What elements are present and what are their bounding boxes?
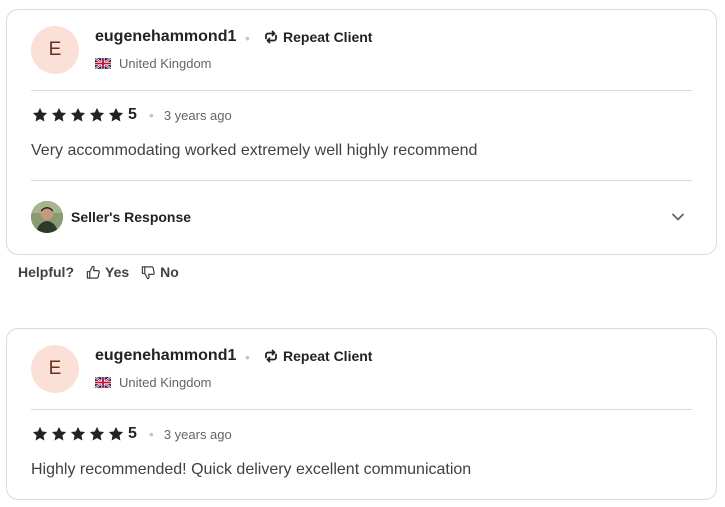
divider bbox=[31, 180, 692, 181]
uk-flag-icon bbox=[95, 58, 111, 69]
star-icon bbox=[50, 106, 68, 124]
reviewer-country: United Kingdom bbox=[95, 375, 212, 390]
rating-value: 5 bbox=[128, 425, 137, 442]
divider bbox=[31, 409, 692, 410]
review-card: E eugenehammond1 • Repeat Client United … bbox=[6, 328, 717, 500]
country-name: United Kingdom bbox=[119, 375, 212, 390]
helpful-no-button[interactable]: No bbox=[141, 264, 179, 280]
review-time: 3 years ago bbox=[163, 426, 232, 442]
helpful-row: Helpful? Yes No bbox=[18, 264, 179, 280]
repeat-client-label: Repeat Client bbox=[283, 29, 373, 45]
separator-dot: • bbox=[148, 107, 154, 123]
helpful-yes-button[interactable]: Yes bbox=[86, 264, 129, 280]
separator-dot: • bbox=[245, 349, 250, 365]
review-text: Highly recommended! Quick delivery excel… bbox=[31, 461, 472, 478]
reviewer-country: United Kingdom bbox=[95, 56, 212, 71]
star-icon bbox=[88, 106, 106, 124]
repeat-client-label: Repeat Client bbox=[283, 348, 373, 364]
separator-dot: • bbox=[148, 426, 154, 442]
review-time: 3 years ago bbox=[163, 107, 232, 123]
star-icon bbox=[69, 425, 87, 443]
review-card: E eugenehammond1 • Repeat Client United … bbox=[6, 9, 717, 255]
repeat-client-badge: Repeat Client bbox=[263, 348, 372, 364]
repeat-icon bbox=[263, 29, 279, 45]
reviewer-username[interactable]: eugenehammond1 bbox=[95, 347, 236, 365]
star-icon bbox=[31, 425, 49, 443]
helpful-yes-label: Yes bbox=[105, 264, 130, 280]
repeat-client-badge: Repeat Client bbox=[263, 29, 372, 45]
star-icon bbox=[107, 106, 125, 124]
star-icon bbox=[69, 106, 87, 124]
rating-row: 5 • 3 years ago bbox=[31, 425, 232, 443]
seller-response-toggle[interactable]: Seller's Response bbox=[31, 200, 692, 234]
thumbs-up-icon bbox=[86, 265, 100, 279]
star-icon bbox=[88, 425, 106, 443]
country-name: United Kingdom bbox=[119, 56, 212, 71]
helpful-no-label: No bbox=[160, 264, 179, 280]
repeat-icon bbox=[263, 348, 279, 364]
rating-row: 5 • 3 years ago bbox=[31, 106, 232, 124]
chevron-down-icon[interactable] bbox=[670, 209, 686, 225]
seller-photo-icon bbox=[31, 201, 63, 233]
reviewer-username[interactable]: eugenehammond1 bbox=[95, 28, 236, 46]
star-rating bbox=[31, 425, 125, 443]
review-text: Very accommodating worked extremely well… bbox=[31, 142, 478, 159]
seller-response-label: Seller's Response bbox=[71, 209, 192, 225]
star-icon bbox=[31, 106, 49, 124]
uk-flag-icon bbox=[95, 377, 111, 388]
avatar[interactable]: E bbox=[31, 26, 79, 74]
star-rating bbox=[31, 106, 125, 124]
separator-dot: • bbox=[245, 30, 250, 46]
divider bbox=[31, 90, 692, 91]
avatar-initial: E bbox=[48, 39, 62, 60]
avatar[interactable]: E bbox=[31, 345, 79, 393]
star-icon bbox=[107, 425, 125, 443]
rating-value: 5 bbox=[128, 106, 137, 123]
helpful-label: Helpful? bbox=[18, 264, 74, 280]
thumbs-down-icon bbox=[141, 265, 156, 279]
seller-avatar bbox=[31, 201, 63, 233]
star-icon bbox=[50, 425, 68, 443]
avatar-initial: E bbox=[48, 358, 62, 379]
